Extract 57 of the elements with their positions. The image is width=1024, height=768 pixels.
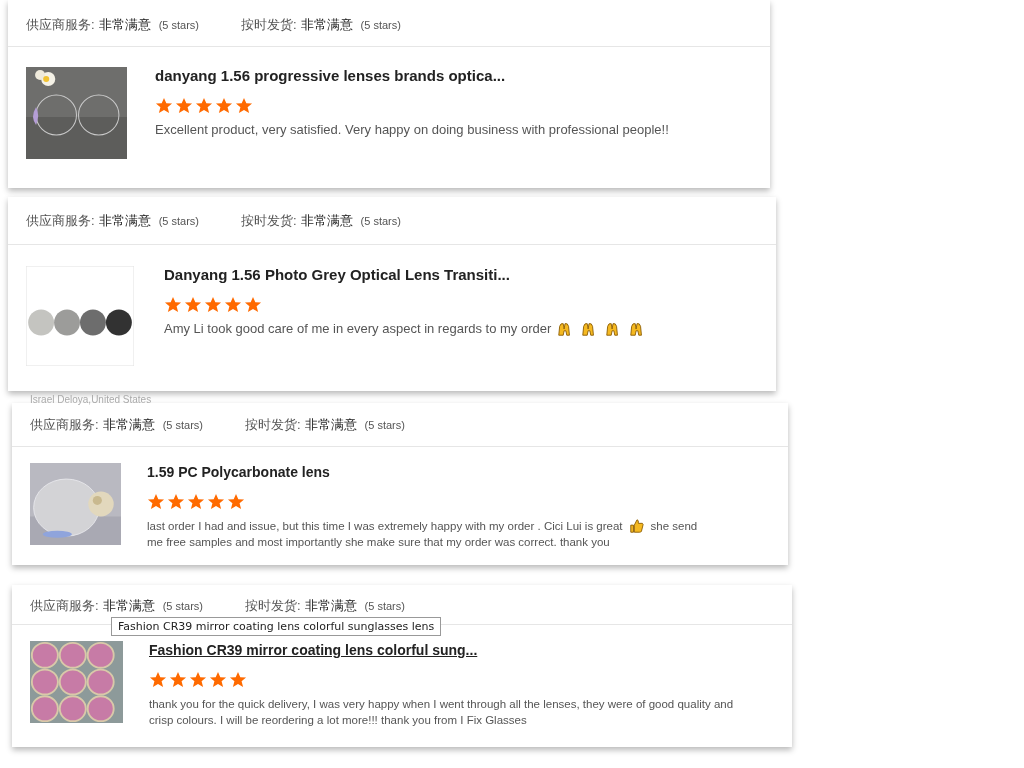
star-icon <box>224 296 242 313</box>
rating-value: 非常满意 <box>102 416 155 434</box>
star-icon <box>204 296 222 313</box>
rating-note: (5 stars) <box>158 215 199 227</box>
rating-label: 供应商服务: <box>26 212 95 230</box>
rating-value: 非常满意 <box>98 212 151 230</box>
star-icon <box>244 296 262 313</box>
rating-value: 非常满意 <box>102 597 155 615</box>
star-icon <box>235 97 253 114</box>
review-text: last order I had and issue, but this time I was extremely happy with my order . Cici Lui is great <box>147 519 623 534</box>
rating-value: 非常满意 <box>300 212 353 230</box>
star-icon <box>155 97 173 114</box>
rating-note: (5 stars) <box>360 19 401 31</box>
thumbs-up-icon <box>628 518 645 534</box>
rating-label: 供应商服务: <box>30 597 99 615</box>
star-icon <box>175 97 193 114</box>
review-text: she send <box>650 519 698 534</box>
star-icon <box>215 97 233 114</box>
rating-note: (5 stars) <box>162 600 203 612</box>
rating-label: 按时发货: <box>244 416 301 434</box>
rating-label: 按时发货: <box>240 16 297 34</box>
review-text: me free samples and most importantly she make sure that my order was correct. thank you <box>147 535 610 550</box>
rating-label: 按时发货: <box>240 212 297 230</box>
rating-label: 按时发货: <box>244 597 301 615</box>
rating-note: (5 stars) <box>162 419 203 431</box>
rating-note: (5 stars) <box>158 19 199 31</box>
star-icon <box>207 493 225 510</box>
rating-note: (5 stars) <box>364 419 405 431</box>
star-icon <box>167 493 185 510</box>
star-icon <box>187 493 205 510</box>
review-text: Amy Li took good care of me in every aspect in regards to my order <box>164 321 552 337</box>
star-icon <box>169 671 187 688</box>
product-title-link[interactable]: Danyang 1.56 Photo Grey Optical Lens Transiti... <box>164 266 510 283</box>
rating-label: 供应商服务: <box>30 416 99 434</box>
rating-value: 非常满意 <box>98 16 151 34</box>
review-text: thank you for the quick delivery, I was very happy when I went through all the lenses, they were of good quality and crisp colours. I will be reordering a lot more!!! thank you from I Fix Glasses <box>149 698 734 726</box>
rating-note: (5 stars) <box>364 600 405 612</box>
product-title-link[interactable]: Fashion CR39 mirror coating lens colorful sung... <box>149 642 478 658</box>
star-icon <box>229 671 247 688</box>
rating-value: 非常满意 <box>304 416 357 434</box>
product-title-link[interactable]: 1.59 PC Polycarbonate lens <box>147 464 330 480</box>
star-icon <box>147 493 165 510</box>
star-icon <box>184 296 202 313</box>
star-icon <box>149 671 167 688</box>
star-icon <box>164 296 182 313</box>
star-icon <box>189 671 207 688</box>
star-icon <box>195 97 213 114</box>
rating-value: 非常满意 <box>304 597 357 615</box>
product-title-link[interactable]: danyang 1.56 progressive lenses brands optica... <box>155 67 506 84</box>
rating-note: (5 stars) <box>360 215 401 227</box>
rating-value: 非常满意 <box>300 16 353 34</box>
rating-label: 供应商服务: <box>26 16 95 34</box>
star-icon <box>227 493 245 510</box>
review-text: Excellent product, very satisfied. Very happy on doing business with professional people!! <box>155 122 669 137</box>
tooltip: Fashion CR39 mirror coating lens colorful sunglasses lens <box>111 617 442 636</box>
star-icon <box>209 671 227 688</box>
reviewer-name: Israel Deloya,United States <box>30 395 152 405</box>
